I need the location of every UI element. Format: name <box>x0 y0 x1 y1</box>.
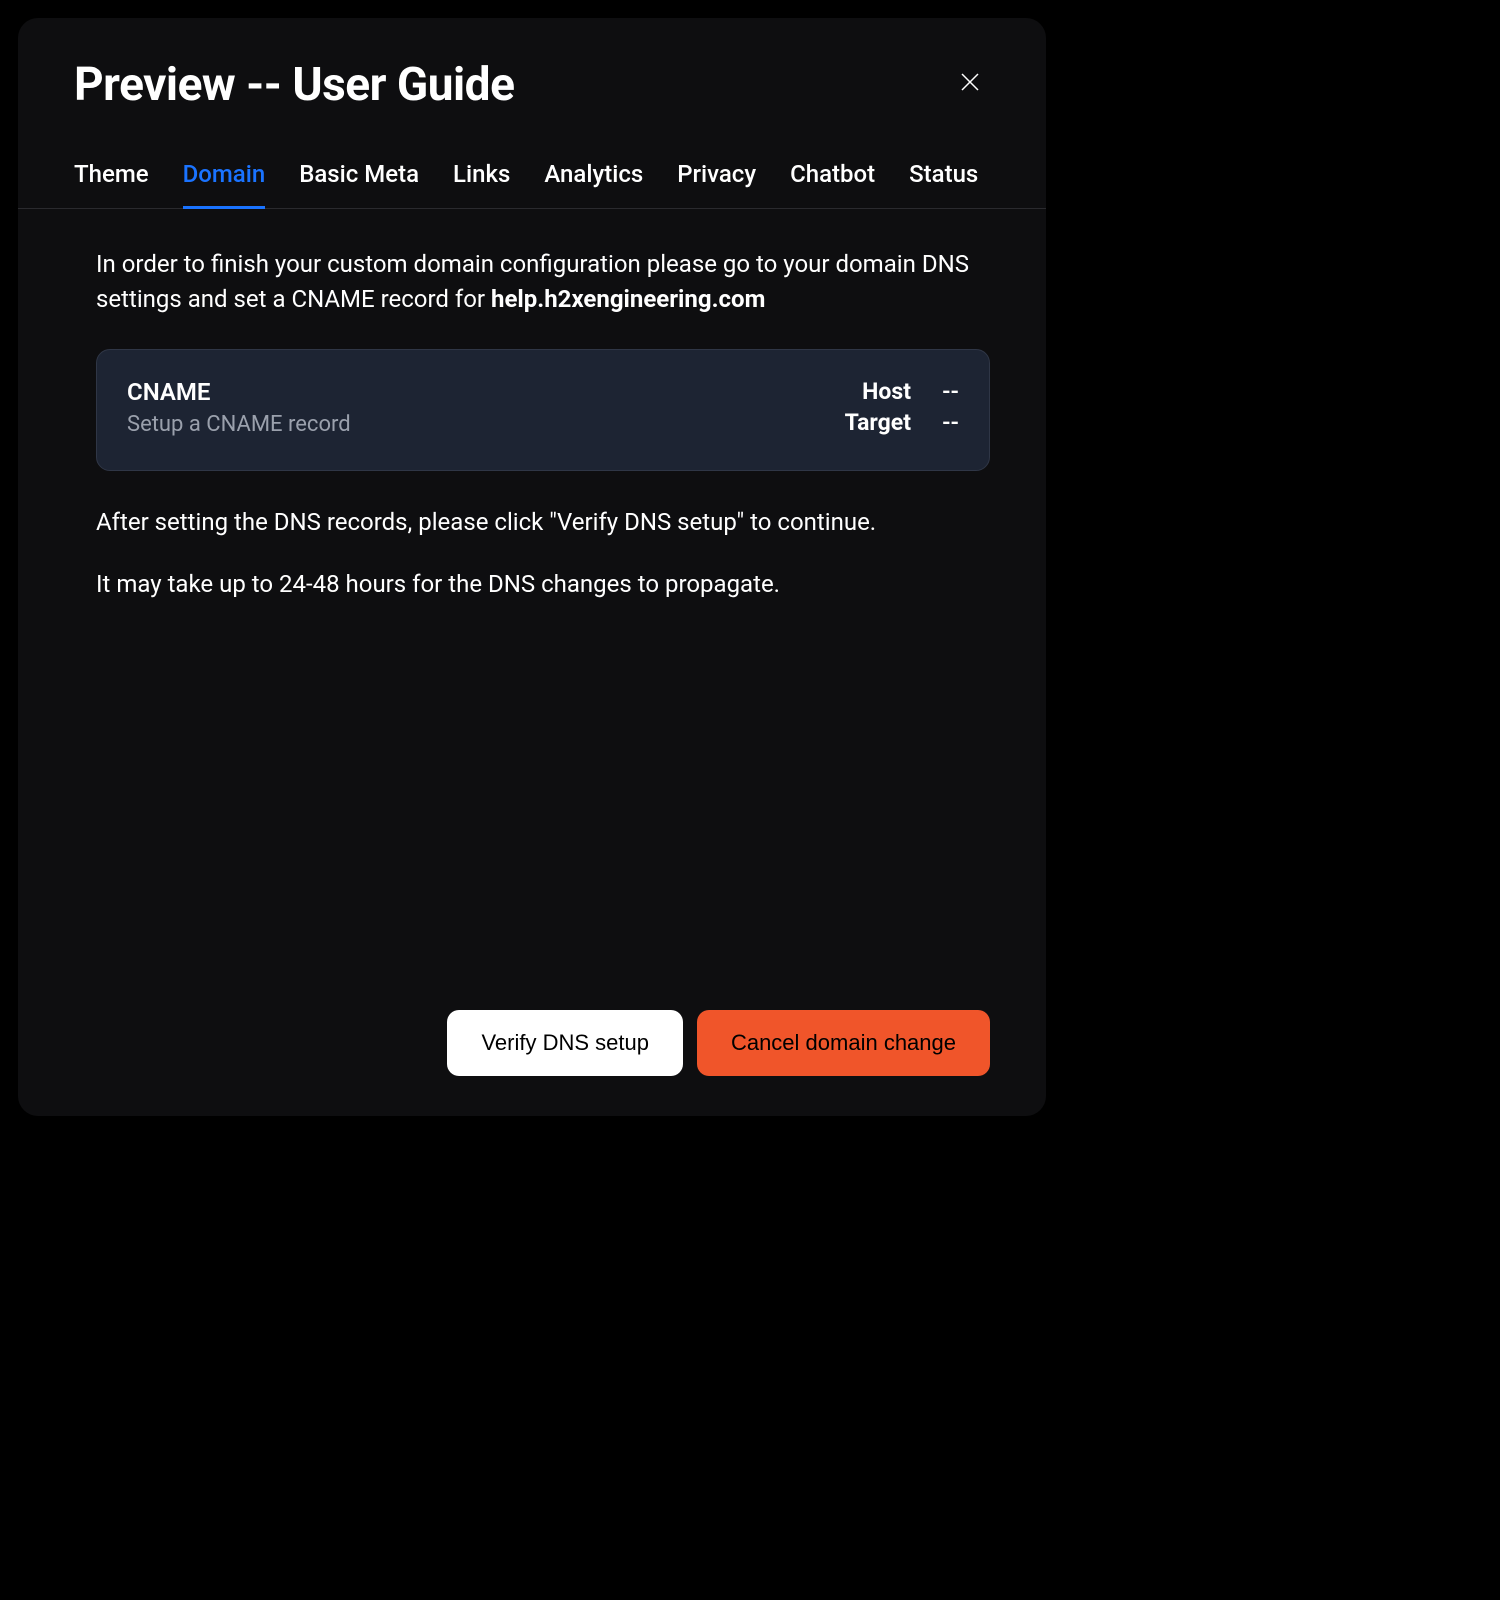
tab-links[interactable]: Links <box>453 160 510 209</box>
tab-theme[interactable]: Theme <box>74 160 149 209</box>
cname-subtitle: Setup a CNAME record <box>127 412 351 437</box>
modal-title: Preview -- User Guide <box>74 58 514 112</box>
domain-instructions: In order to finish your custom domain co… <box>96 247 990 317</box>
cname-info: CNAME Setup a CNAME record <box>127 378 351 437</box>
cname-target-label: Target <box>845 409 911 436</box>
tab-privacy[interactable]: Privacy <box>677 160 756 209</box>
propagation-notice: It may take up to 24-48 hours for the DN… <box>96 567 990 602</box>
verify-dns-button[interactable]: Verify DNS setup <box>447 1010 683 1076</box>
cname-host-label: Host <box>862 378 911 405</box>
cname-title: CNAME <box>127 378 351 406</box>
cname-values: Host -- Target -- <box>845 378 959 440</box>
tab-basic-meta[interactable]: Basic Meta <box>299 160 419 209</box>
cname-record-card: CNAME Setup a CNAME record Host -- Targe… <box>96 349 990 471</box>
tab-status[interactable]: Status <box>909 160 978 209</box>
tab-domain[interactable]: Domain <box>183 160 266 209</box>
modal-footer: Verify DNS setup Cancel domain change <box>18 1010 1046 1076</box>
cname-target-value: -- <box>935 409 959 436</box>
cancel-domain-button[interactable]: Cancel domain change <box>697 1010 990 1076</box>
modal-header: Preview -- User Guide <box>18 58 1046 112</box>
tab-analytics[interactable]: Analytics <box>544 160 643 209</box>
domain-name: help.h2xengineering.com <box>491 285 765 313</box>
tab-bar: Theme Domain Basic Meta Links Analytics … <box>18 160 1046 209</box>
tab-content-domain: In order to finish your custom domain co… <box>18 209 1046 1010</box>
tab-chatbot[interactable]: Chatbot <box>790 160 875 209</box>
cname-target-row: Target -- <box>845 409 959 436</box>
settings-modal: Preview -- User Guide Theme Domain Basic… <box>18 18 1046 1116</box>
verify-instructions: After setting the DNS records, please cl… <box>96 505 990 540</box>
cname-host-value: -- <box>935 378 959 405</box>
close-icon <box>958 70 982 94</box>
close-button[interactable] <box>950 62 990 102</box>
cname-host-row: Host -- <box>845 378 959 405</box>
